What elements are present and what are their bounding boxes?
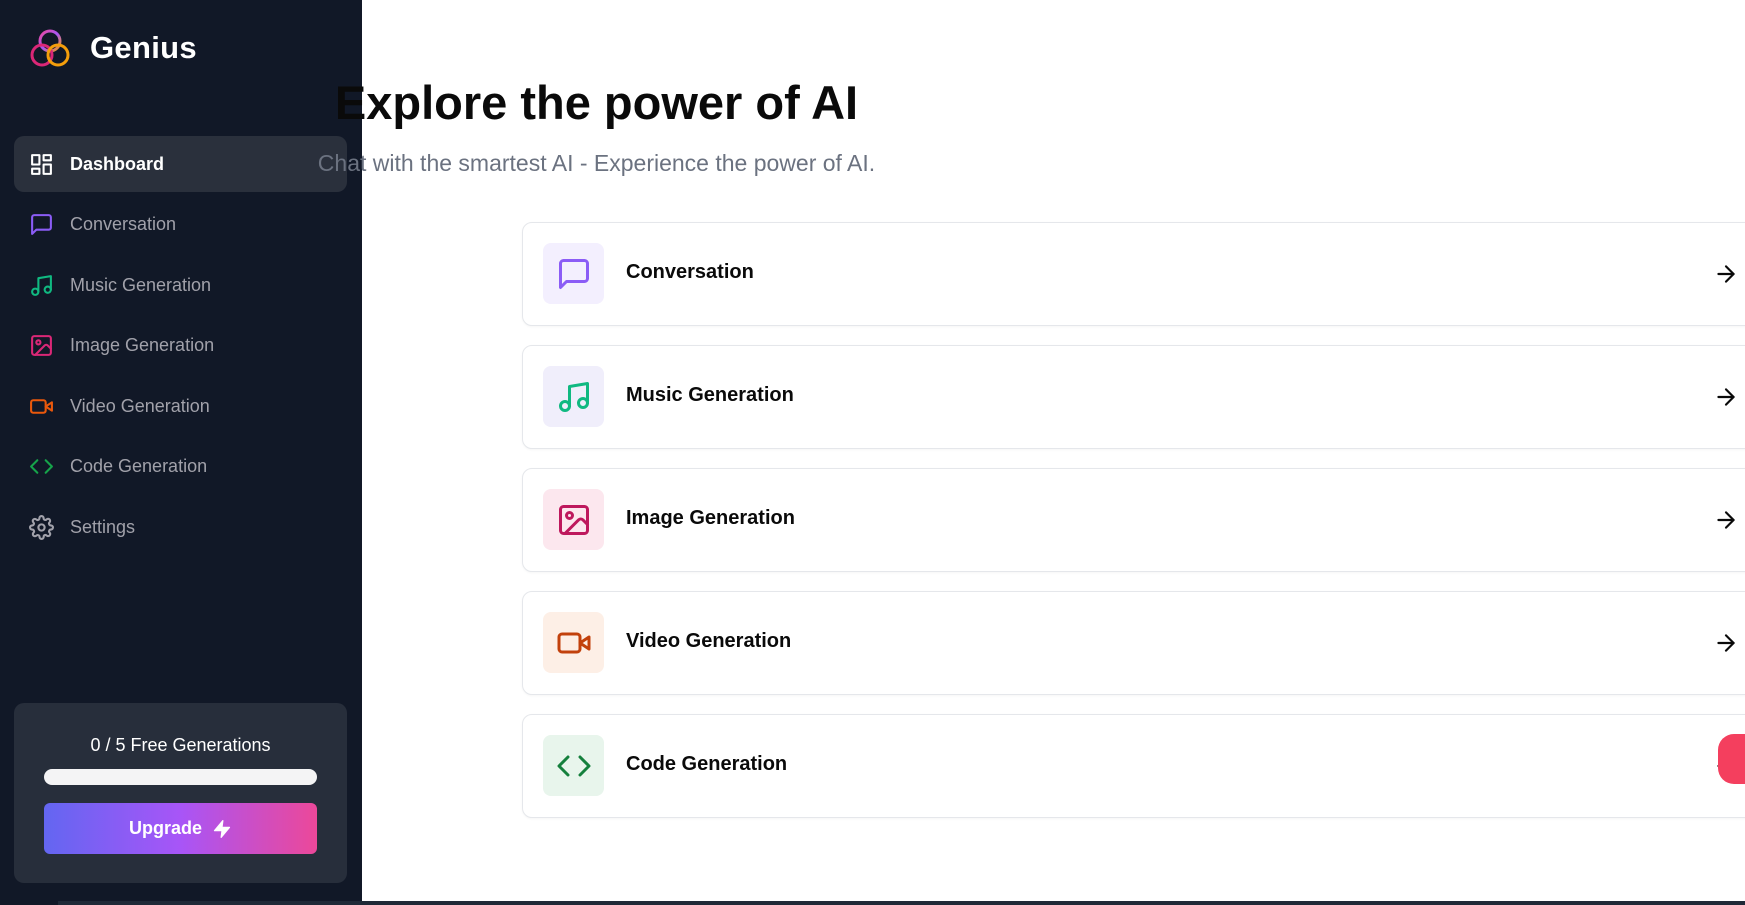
- upgrade-button[interactable]: Upgrade: [44, 803, 317, 854]
- app-name: Genius: [90, 30, 197, 65]
- free-generations-card: 0 / 5 Free Generations Upgrade: [14, 703, 347, 883]
- tool-card-label: Image Generation: [626, 507, 795, 529]
- tool-card-label: Code Generation: [626, 753, 788, 775]
- tool-card-music-generation[interactable]: Music Generation: [522, 345, 1745, 449]
- free-generations-counter: 0 / 5 Free Generations: [90, 735, 271, 755]
- upgrade-label: Upgrade: [128, 818, 202, 838]
- tool-card-video-generation[interactable]: Video Generation: [522, 591, 1745, 695]
- message-square-icon: [558, 258, 589, 289]
- free-generations-progress: [44, 769, 317, 785]
- card-icon-box: [543, 366, 604, 427]
- arrow-right-icon: [1717, 388, 1735, 406]
- code-icon: [557, 755, 590, 776]
- image-icon: [558, 504, 589, 535]
- sidebar-item-label: Video Generation: [70, 395, 210, 416]
- sidebar-item-label: Image Generation: [70, 335, 215, 356]
- logo[interactable]: Genius: [28, 26, 197, 70]
- sidebar-item-label: Conversation: [70, 214, 177, 235]
- logo-icon: [30, 29, 70, 67]
- card-icon-box: [543, 612, 604, 673]
- card-icon-box: [543, 489, 604, 550]
- bottom-divider: [58, 901, 1745, 905]
- tool-card-conversation[interactable]: Conversation: [522, 222, 1745, 326]
- message-square-icon: [31, 214, 52, 236]
- arrow-right-icon: [1717, 634, 1735, 652]
- sidebar-item-code-generation[interactable]: Code Generation: [14, 439, 347, 495]
- sidebar: Genius Dashboard Conversation Music Gene…: [0, 0, 362, 905]
- sidebar-nav: Dashboard Conversation Music Generation …: [14, 136, 347, 560]
- video-icon: [30, 399, 53, 414]
- sidebar-item-label: Music Generation: [70, 274, 212, 295]
- music-icon: [31, 274, 52, 296]
- video-icon: [557, 632, 590, 653]
- card-icon-box: [543, 735, 604, 796]
- zap-icon: [213, 819, 231, 838]
- page-subtitle: Chat with the smartest AI - Experience t…: [317, 150, 876, 176]
- sidebar-item-music-generation[interactable]: Music Generation: [14, 257, 347, 313]
- card-icon-box: [543, 243, 604, 304]
- sidebar-item-settings[interactable]: Settings: [14, 500, 347, 556]
- floating-badge[interactable]: [1718, 734, 1745, 784]
- tool-card-image-generation[interactable]: Image Generation: [522, 468, 1745, 572]
- tool-card-label: Music Generation: [626, 384, 794, 406]
- tool-card-label: Video Generation: [626, 630, 792, 652]
- sidebar-item-video-generation[interactable]: Video Generation: [14, 378, 347, 434]
- sidebar-item-conversation[interactable]: Conversation: [14, 197, 347, 253]
- code-icon: [30, 459, 53, 475]
- settings-icon: [29, 515, 54, 541]
- tool-card-code-generation[interactable]: Code Generation: [522, 714, 1745, 818]
- tool-card-label: Conversation: [626, 261, 754, 283]
- sidebar-item-label: Code Generation: [70, 456, 208, 477]
- image-icon: [31, 335, 52, 357]
- sidebar-item-label: Settings: [70, 517, 136, 538]
- sidebar-item-image-generation[interactable]: Image Generation: [14, 318, 347, 374]
- arrow-right-icon: [1717, 511, 1735, 529]
- page-title: Explore the power of AI: [334, 76, 859, 129]
- music-icon: [558, 381, 589, 412]
- arrow-right-icon: [1717, 265, 1735, 283]
